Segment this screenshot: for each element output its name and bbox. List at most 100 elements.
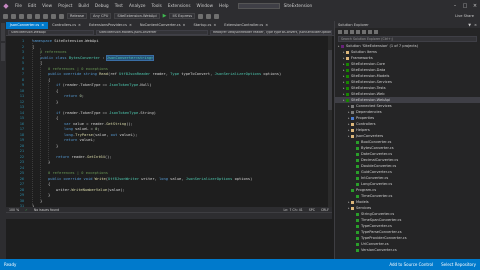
document-tab[interactable]: ExtensionController.cs × [220, 22, 272, 29]
code-token: (value, [92, 132, 111, 137]
home-icon[interactable] [338, 29, 342, 34]
code-token: reader. [71, 154, 88, 159]
forward-icon[interactable] [11, 13, 16, 19]
close-tab-icon[interactable]: × [265, 23, 268, 27]
issues-indicator[interactable]: No issues found [34, 208, 59, 212]
collapse-all-icon[interactable] [362, 29, 366, 34]
code-token: value, [170, 176, 186, 181]
code-token: JsonTokenType [109, 110, 139, 115]
refresh-icon[interactable] [356, 29, 360, 34]
close-tab-icon[interactable]: × [213, 23, 216, 27]
close-icon[interactable]: × [470, 3, 480, 9]
output-panel-header [6, 213, 332, 219]
save-icon[interactable] [35, 13, 40, 19]
folder-icon [351, 134, 354, 138]
menu-item-build[interactable]: Build [75, 3, 92, 8]
document-tab-label: ExtensionsProvider.cs [88, 23, 127, 27]
solution-explorer: Solution Explorer ▼ × Search Solution Ex… [334, 21, 480, 259]
bookmark-icon[interactable] [206, 13, 212, 19]
menu-item-extensions[interactable]: Extensions [165, 3, 194, 8]
menu-item-file[interactable]: File [12, 3, 25, 8]
show-all-files-icon[interactable] [368, 29, 372, 34]
line-ending[interactable]: CRLF [321, 208, 329, 212]
close-tab-icon[interactable]: × [78, 23, 81, 27]
menu-item-test[interactable]: Test [112, 3, 126, 8]
solution-name: SiteExtension [283, 3, 313, 8]
menu-item-project[interactable]: Project [55, 3, 75, 8]
maximize-icon[interactable]: □ [460, 3, 470, 9]
run-icon[interactable]: ▶ [163, 13, 167, 19]
undo-icon[interactable] [51, 13, 56, 19]
platform-select[interactable]: Any CPU [90, 13, 112, 19]
proj-icon [346, 68, 349, 72]
comment-icon[interactable] [214, 13, 220, 19]
indent-mode[interactable]: SPC [309, 208, 315, 212]
code-token: Read [99, 72, 108, 76]
server-explorer-tab[interactable] [1, 23, 5, 41]
menu-item-tools[interactable]: Tools [148, 3, 164, 8]
member-nav-select[interactable]: Read(ref Utf8JsonReader reader, Type typ… [210, 29, 332, 35]
code-token: out [110, 132, 120, 137]
document-tab[interactable]: Startup.cs × [189, 22, 220, 29]
type-nav-select[interactable]: SiteExtension.Models.JsonConverter [96, 29, 208, 35]
scrollbar-thumb[interactable] [328, 50, 332, 110]
new-file-icon[interactable] [19, 13, 24, 19]
properties-icon[interactable] [374, 29, 378, 34]
code-token: JsonSerializerOptions [214, 72, 262, 76]
close-panel-icon[interactable]: × [474, 23, 477, 27]
document-tab[interactable]: JsonConverter.cs × [6, 22, 49, 29]
status-bar: Ready Add to Source Control Select Reposi… [0, 259, 480, 270]
document-tab[interactable]: Controllers.cs × [48, 22, 85, 29]
code-token: : [99, 55, 107, 60]
tree-item-label: VersionConverter.cs [361, 248, 397, 252]
menu-item-help[interactable]: Help [216, 3, 232, 8]
sync-icon[interactable] [350, 29, 354, 34]
minimize-icon[interactable]: – [450, 3, 460, 9]
zoom-level[interactable]: 100 % [9, 208, 19, 212]
menu-item-edit[interactable]: Edit [25, 3, 39, 8]
folder-icon [346, 50, 349, 54]
refresh-icon[interactable] [198, 13, 204, 19]
editor-vertical-scrollbar[interactable] [328, 36, 332, 207]
switch-views-icon[interactable] [344, 29, 348, 34]
menu-item-window[interactable]: Window [194, 3, 217, 8]
close-tab-icon[interactable]: × [41, 23, 44, 27]
save-all-icon[interactable] [43, 13, 48, 19]
code-token: ; [97, 127, 100, 131]
menu-item-debug[interactable]: Debug [92, 3, 112, 8]
document-tab[interactable]: ExtensionsProvider.cs × [85, 22, 136, 29]
cs-icon [356, 164, 359, 168]
close-tab-icon[interactable]: × [183, 23, 186, 27]
back-icon[interactable] [3, 13, 8, 19]
select-repository-button[interactable]: Select Repository [441, 262, 476, 267]
solution-explorer-title: Solution Explorer [338, 22, 369, 27]
code-token: (ref [107, 72, 120, 76]
redo-icon[interactable] [59, 13, 64, 19]
close-tab-icon[interactable]: × [129, 23, 132, 27]
project-nav-select[interactable]: SiteExtension.WebApi [8, 29, 94, 35]
document-tab[interactable]: NoContentConverter.cs × [136, 22, 190, 29]
run-target-button[interactable]: IIS Express [169, 13, 196, 19]
add-to-source-control-button[interactable]: Add to Source Control [389, 262, 433, 267]
tree-item[interactable]: VersionConverter.cs [335, 247, 480, 253]
live-share-button[interactable]: Live Share [455, 14, 480, 18]
code-token: .String) [138, 110, 156, 115]
cs-icon [356, 152, 359, 156]
code-token: public class [40, 55, 69, 60]
code-token: ; [81, 94, 85, 98]
menu-item-view[interactable]: View [39, 3, 55, 8]
code-token: Utf8JsonWriter [107, 176, 140, 181]
cs-icon [356, 146, 359, 150]
menu-item-analyze[interactable]: Analyze [126, 3, 149, 8]
pin-icon[interactable]: ▼ [468, 23, 471, 27]
startup-project-select[interactable]: SiteExtension.WebApi [114, 13, 160, 19]
code-token: if [56, 83, 63, 87]
toolbox-tab[interactable] [1, 43, 5, 61]
configuration-select[interactable]: Release [67, 13, 88, 19]
open-file-icon[interactable] [27, 13, 32, 19]
solution-search-input[interactable]: Search Solution Explorer (Ctrl+;) [338, 36, 477, 42]
menu-bar: File Edit View Project Build Debug Test Analyze… [12, 3, 232, 8]
cursor-position: Ln: 7 Ch: 41 [283, 207, 303, 212]
code-editor[interactable]: 1 namespace SiteExtension.WebApi 2{3 0 refe… [6, 36, 332, 207]
search-input[interactable] [237, 2, 280, 9]
